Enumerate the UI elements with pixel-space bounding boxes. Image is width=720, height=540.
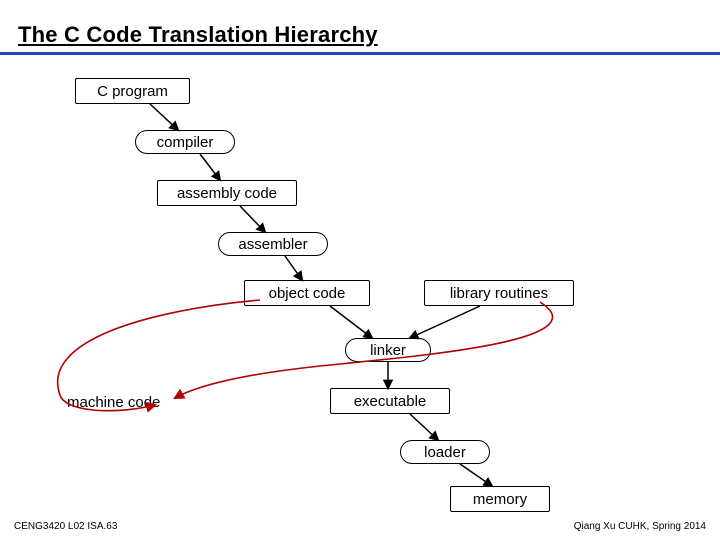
arrow-cprogram-compiler: [150, 104, 178, 130]
node-machine-code: machine code: [67, 394, 160, 411]
node-memory: memory: [450, 486, 550, 512]
node-linker: linker: [345, 338, 431, 362]
node-compiler: compiler: [135, 130, 235, 154]
node-c-program: C program: [75, 78, 190, 104]
arrow-library-linker: [410, 306, 480, 338]
arrow-executable-loader: [410, 414, 438, 440]
footer-left: CENG3420 L02 ISA.63: [14, 521, 117, 532]
node-assembler: assembler: [218, 232, 328, 256]
arrow-loader-memory: [460, 464, 492, 486]
title-rule: [0, 52, 720, 55]
arrow-object-linker: [330, 306, 372, 338]
node-assembly-code: assembly code: [157, 180, 297, 206]
slide-title: The C Code Translation Hierarchy: [18, 22, 702, 48]
node-library-routines: library routines: [424, 280, 574, 306]
node-loader: loader: [400, 440, 490, 464]
footer-right: Qiang Xu CUHK, Spring 2014: [574, 521, 706, 532]
arrow-compiler-assembly: [200, 154, 220, 180]
node-object-code: object code: [244, 280, 370, 306]
node-executable: executable: [330, 388, 450, 414]
arrow-assembly-assembler: [240, 206, 265, 232]
arrow-assembler-object: [285, 256, 302, 280]
